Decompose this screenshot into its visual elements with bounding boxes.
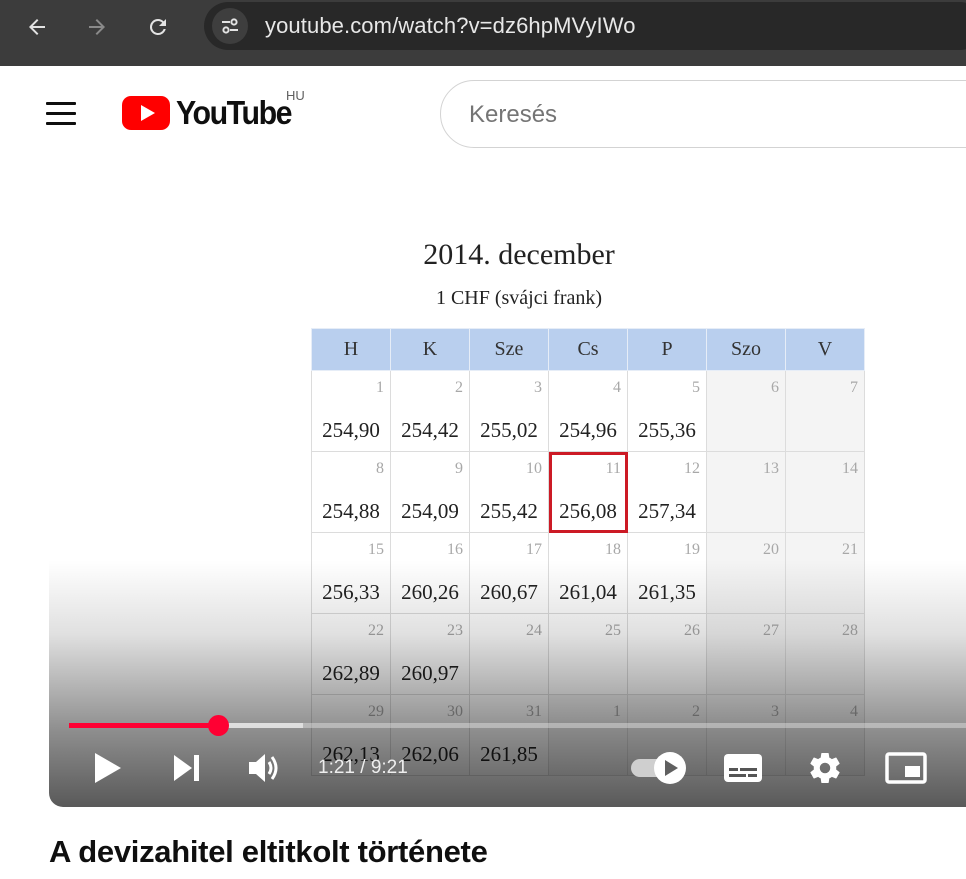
reload-button[interactable]	[139, 8, 177, 46]
time-display: 1:21 / 9:21	[318, 757, 408, 778]
forward-icon	[89, 19, 105, 35]
autoplay-toggle-icon	[631, 752, 686, 784]
calendar-day-cell: 6	[706, 370, 786, 452]
site-info-button[interactable]	[212, 8, 248, 44]
calendar-day-cell: 9 254,09	[390, 451, 470, 533]
calendar-day-cell: 13	[706, 451, 786, 533]
play-button[interactable]	[85, 746, 131, 790]
next-icon	[174, 755, 199, 781]
frame-calendar-title: 2014. december	[423, 238, 615, 271]
calendar-weekday-header: H	[311, 328, 391, 371]
youtube-header: YouTube HU Keresés	[0, 66, 966, 162]
calendar-day-number: 1	[376, 379, 384, 396]
youtube-logo[interactable]: YouTube	[122, 94, 301, 132]
calendar-day-number: 5	[692, 379, 700, 396]
address-bar[interactable]: youtube.com/watch?v=dz6hpMVyIWo	[204, 2, 966, 50]
calendar-day-number: 6	[771, 379, 779, 396]
calendar-day-cell: 7	[785, 370, 865, 452]
search-box[interactable]: Keresés	[440, 80, 966, 148]
guide-menu-button[interactable]	[38, 96, 84, 132]
calendar-weekday-row: H K Sze Cs P Szo V	[311, 328, 865, 371]
browser-toolbar: youtube.com/watch?v=dz6hpMVyIWo	[0, 0, 966, 54]
search-input[interactable]: Keresés	[469, 101, 557, 129]
miniplayer-button[interactable]	[883, 746, 929, 790]
reload-icon	[149, 18, 166, 35]
calendar-rate-value: 254,09	[401, 499, 459, 523]
progress-bar[interactable]	[69, 715, 966, 736]
calendar-rate-value: 254,42	[401, 418, 459, 442]
youtube-play-logo-icon	[122, 96, 170, 130]
calendar-rate-value: 256,08	[559, 499, 617, 523]
subtitles-button[interactable]	[721, 746, 765, 790]
hamburger-icon-line	[46, 112, 76, 115]
calendar-day-cell: 14	[785, 451, 865, 533]
url-text[interactable]: youtube.com/watch?v=dz6hpMVyIWo	[265, 13, 636, 39]
calendar-day-number: 9	[455, 460, 463, 477]
calendar-weekday-header: Cs	[548, 328, 628, 371]
settings-button[interactable]	[803, 746, 847, 790]
calendar-day-number: 3	[534, 379, 542, 396]
calendar-day-number: 15	[368, 541, 384, 558]
calendar-rate-value: 254,96	[559, 418, 617, 442]
calendar-week-row: 8 254,88 9 254,09 10 255,42 11 256,08 12 257,34 13…	[311, 451, 865, 533]
video-title: A devizahitel eltitkolt története	[49, 834, 488, 869]
calendar-weekday-header: K	[390, 328, 470, 371]
site-info-icon	[222, 18, 238, 34]
calendar-weekday-header: Szo	[706, 328, 786, 371]
calendar-day-number: 12	[684, 460, 700, 477]
calendar-day-number: 11	[605, 460, 621, 477]
calendar-day-number: 20	[763, 541, 779, 558]
calendar-day-cell: 8 254,88	[311, 451, 391, 533]
logo-wordmark: YouTube	[176, 94, 293, 131]
calendar-day-number: 13	[763, 460, 779, 477]
next-button[interactable]	[164, 746, 210, 790]
calendar-rate-value: 257,34	[638, 499, 696, 523]
calendar-day-cell: 10 255,42	[469, 451, 549, 533]
calendar-rate-value: 255,42	[480, 499, 538, 523]
calendar-day-cell: 2 254,42	[390, 370, 470, 452]
calendar-rate-value: 254,88	[322, 499, 380, 523]
mute-button[interactable]	[242, 746, 288, 790]
subtitles-icon	[724, 754, 762, 782]
calendar-weekday-header: V	[785, 328, 865, 371]
calendar-day-number: 19	[684, 541, 700, 558]
calendar-day-cell: 3 255,02	[469, 370, 549, 452]
miniplayer-icon	[885, 752, 927, 784]
video-player[interactable]: 2014. december 1 CHF (svájci frank) H K Sz…	[49, 190, 966, 807]
progress-played	[69, 723, 219, 728]
calendar-rate-value: 255,36	[638, 418, 696, 442]
browser-toolbar-bottom	[0, 54, 966, 66]
calendar-day-number: 2	[455, 379, 463, 396]
back-icon	[29, 19, 45, 35]
calendar-day-number: 10	[526, 460, 542, 477]
calendar-day-cell: 4 254,96	[548, 370, 628, 452]
calendar-day-number: 21	[842, 541, 858, 558]
hamburger-icon	[46, 102, 76, 105]
calendar-day-number: 17	[526, 541, 542, 558]
calendar-rate-value: 254,90	[322, 418, 380, 442]
region-code: HU	[286, 88, 305, 103]
hamburger-icon-line	[46, 122, 76, 125]
calendar-day-number: 4	[613, 379, 621, 396]
play-icon	[95, 753, 121, 783]
settings-icon	[810, 752, 840, 783]
calendar-weekday-header: P	[627, 328, 707, 371]
calendar-day-cell: 12 257,34	[627, 451, 707, 533]
calendar-day-number: 7	[850, 379, 858, 396]
calendar-rate-value: 255,02	[480, 418, 538, 442]
volume-icon	[249, 754, 278, 782]
calendar-day-cell: 11 256,08	[548, 451, 628, 533]
forward-button[interactable]	[78, 8, 116, 46]
back-button[interactable]	[18, 8, 56, 46]
frame-calendar-subtitle: 1 CHF (svájci frank)	[435, 287, 603, 309]
calendar-day-number: 8	[376, 460, 384, 477]
calendar-day-cell: 1 254,90	[311, 370, 391, 452]
autoplay-toggle[interactable]	[627, 746, 691, 790]
calendar-day-number: 18	[605, 541, 621, 558]
calendar-day-number: 14	[842, 460, 858, 477]
calendar-day-number: 16	[447, 541, 463, 558]
calendar-weekday-header: Sze	[469, 328, 549, 371]
calendar-week-row: 1 254,90 2 254,42 3 255,02 4 254,96 5 255,36 6 7	[311, 370, 865, 452]
calendar-day-cell: 5 255,36	[627, 370, 707, 452]
